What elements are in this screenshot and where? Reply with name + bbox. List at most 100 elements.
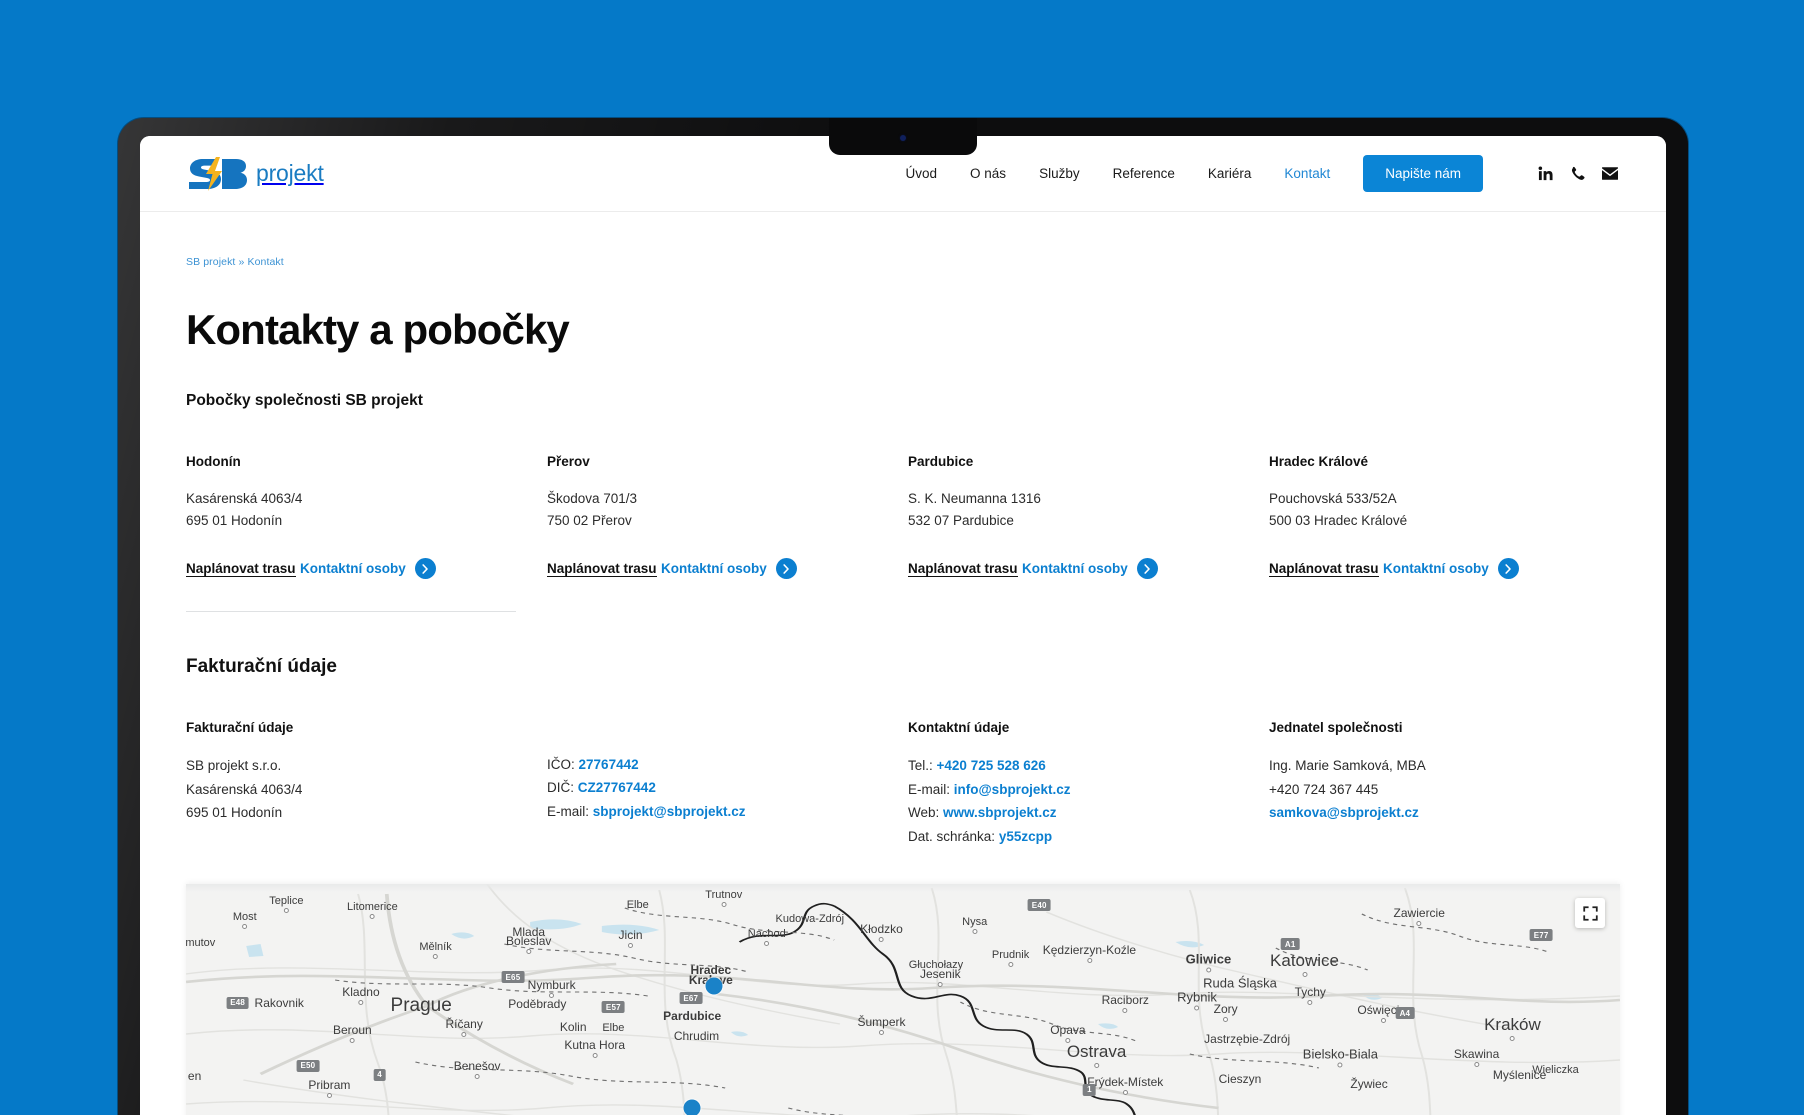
email-label: E-mail: xyxy=(908,781,951,797)
fullscreen-expand-icon[interactable] xyxy=(1575,898,1605,928)
chevron-right-icon xyxy=(414,558,436,579)
director-phone: +420 724 367 445 xyxy=(1269,781,1379,797)
social-links xyxy=(1538,166,1618,181)
branch-card: Pardubice S. K. Neumanna 1316 532 07 Par… xyxy=(908,454,1259,579)
map-road-badge: E65 xyxy=(501,971,525,983)
contact-persons-label: Kontaktní osoby xyxy=(1382,561,1489,576)
billing-email-value[interactable]: sbprojekt@sbprojekt.cz xyxy=(593,804,746,819)
map-road-badge: 4 xyxy=(373,1068,386,1081)
contact-persons-link[interactable]: Kontaktní osoby xyxy=(1022,558,1158,579)
map-road-badge: E40 xyxy=(1027,899,1051,911)
director-email-row: samkova@sbprojekt.cz xyxy=(1269,801,1620,825)
nav-item-sluzby[interactable]: Služby xyxy=(1039,166,1080,181)
invoice-heading: Fakturační údaje xyxy=(186,656,337,677)
plan-route-link[interactable]: Naplánovat trasu xyxy=(547,561,657,577)
map-location-pin[interactable] xyxy=(705,977,723,995)
branch-zip-city: 750 02 Přerov xyxy=(547,513,632,528)
breadcrumb-current[interactable]: Kontakt xyxy=(247,256,283,268)
nav-item-kontakt[interactable]: Kontakt xyxy=(1284,166,1330,181)
map-road-badge: E50 xyxy=(296,1059,320,1072)
nav-item-reference[interactable]: Reference xyxy=(1113,166,1175,181)
sb-lightning-logo-icon xyxy=(186,156,250,191)
nav-item-o-nas[interactable]: O nás xyxy=(970,166,1006,181)
laptop-frame: projekt Úvod O nás Služby Reference Kari… xyxy=(118,118,1688,1115)
page-title: Kontakty a pobočky xyxy=(186,306,570,353)
plan-route-link[interactable]: Naplánovat trasu xyxy=(908,561,1018,577)
invoice-column-contact: Kontaktní údaje Tel.: +420 725 528 626 E… xyxy=(908,720,1259,848)
linkedin-icon[interactable] xyxy=(1538,166,1553,181)
branch-city: Přerov xyxy=(547,454,590,469)
branch-street: Kasárenská 4063/4 xyxy=(186,491,303,506)
webcam-notch xyxy=(829,118,977,155)
web-value[interactable]: www.sbprojekt.cz xyxy=(943,805,1057,820)
branch-card: Hradec Králové Pouchovská 533/52A 500 03… xyxy=(1269,454,1620,579)
ico-label: IČO: xyxy=(547,756,575,772)
nav-item-kariera[interactable]: Kariéra xyxy=(1208,166,1252,181)
plan-route-link[interactable]: Naplánovat trasu xyxy=(1269,561,1379,577)
databox-row: Dat. schránka: y55zcpp xyxy=(908,825,1259,849)
branch-zip-city: 532 07 Pardubice xyxy=(908,513,1014,528)
web-label: Web: xyxy=(908,805,940,820)
tel-value[interactable]: +420 725 528 626 xyxy=(937,758,1046,773)
dic-label: DIČ: xyxy=(547,780,574,795)
invoice-col1-title: Fakturační údaje xyxy=(186,720,294,735)
branch-city: Pardubice xyxy=(908,454,974,469)
contact-persons-label: Kontaktní osoby xyxy=(299,561,406,576)
databox-label: Dat. schránka: xyxy=(908,828,996,844)
branch-city: Hodonín xyxy=(186,454,241,469)
map-road-badge: A1 xyxy=(1280,938,1300,950)
company-zipcity: 695 01 Hodonín xyxy=(186,805,283,820)
branch-zip-city: 695 01 Hodonín xyxy=(186,513,283,528)
billing-email-row: E-mail: sbprojekt@sbprojekt.cz xyxy=(547,800,898,824)
locations-map[interactable]: Teplice Litomerice Most mutov Mělník Mlada Bol… xyxy=(186,884,1620,1115)
page-content: SB projekt » Kontakt Kontakty a pobočky … xyxy=(140,256,1666,848)
contact-persons-link[interactable]: Kontaktní osoby xyxy=(1383,558,1519,579)
branch-street: Škodova 701/3 xyxy=(547,491,638,506)
tel-row: Tel.: +420 725 528 626 xyxy=(908,754,1259,778)
map-road-badge: E48 xyxy=(226,996,250,1009)
map-location-pin[interactable] xyxy=(683,1099,701,1115)
contact-col-title: Kontaktní údaje xyxy=(908,720,1010,735)
map-canvas xyxy=(186,884,1620,1115)
contact-persons-label: Kontaktní osoby xyxy=(1021,561,1128,576)
director-col-title: Jednatel společnosti xyxy=(1269,720,1403,735)
contact-persons-link[interactable]: Kontaktní osoby xyxy=(300,558,436,579)
nav-item-uvod[interactable]: Úvod xyxy=(906,166,938,181)
branch-card: Hodonín Kasárenská 4063/4 695 01 Hodonín… xyxy=(186,454,537,579)
director-email[interactable]: samkova@sbprojekt.cz xyxy=(1269,805,1419,820)
branches-heading: Pobočky společnosti SB projekt xyxy=(186,392,423,409)
map-road-badge: 1 xyxy=(1083,1083,1096,1096)
plan-route-link[interactable]: Naplánovat trasu xyxy=(186,561,296,577)
chevron-right-icon xyxy=(775,558,797,579)
map-road-badge: E67 xyxy=(679,992,703,1004)
tel-label: Tel.: xyxy=(908,758,933,773)
dic-row: DIČ: CZ27767442 xyxy=(547,776,898,800)
billing-email-label: E-mail: xyxy=(547,803,590,819)
contact-persons-label: Kontaktní osoby xyxy=(660,561,767,576)
contact-persons-link[interactable]: Kontaktní osoby xyxy=(661,558,797,579)
email-value[interactable]: info@sbprojekt.cz xyxy=(954,782,1071,797)
invoice-heading-wrap: Fakturační údaje xyxy=(186,656,1620,678)
phone-icon[interactable] xyxy=(1570,166,1585,181)
breadcrumb-root[interactable]: SB projekt xyxy=(186,256,235,268)
camera-lens-icon xyxy=(900,135,906,141)
web-row: Web: www.sbprojekt.cz xyxy=(908,801,1259,825)
breadcrumb: SB projekt » Kontakt xyxy=(186,256,1620,268)
invoice-column-director: Jednatel společnosti Ing. Marie Samková,… xyxy=(1269,720,1620,848)
logo-wordmark: projekt xyxy=(256,160,324,186)
branch-card: Přerov Škodova 701/3 750 02 Přerov Naplá… xyxy=(547,454,898,579)
breadcrumb-separator: » xyxy=(238,256,245,268)
invoice-column-ids: IČO: 27767442 DIČ: CZ27767442 E-mail: sb… xyxy=(547,720,898,848)
chevron-right-icon xyxy=(1497,558,1519,579)
site-logo[interactable]: projekt xyxy=(186,156,324,191)
map-road-badge: E77 xyxy=(1529,929,1553,941)
write-to-us-button[interactable]: Napište nám xyxy=(1363,155,1483,192)
branch-street: Pouchovská 533/52A xyxy=(1269,491,1397,506)
map-road-badge: A4 xyxy=(1395,1007,1415,1019)
invoice-column-company: Fakturační údaje SB projekt s.r.o. Kasár… xyxy=(186,720,537,848)
invoice-details: Fakturační údaje SB projekt s.r.o. Kasár… xyxy=(186,720,1620,848)
main-navigation: Úvod O nás Služby Reference Kariéra Kont… xyxy=(906,155,1618,192)
envelope-icon[interactable] xyxy=(1602,166,1618,181)
section-divider xyxy=(186,611,516,612)
director-name: Ing. Marie Samková, MBA xyxy=(1269,758,1426,773)
